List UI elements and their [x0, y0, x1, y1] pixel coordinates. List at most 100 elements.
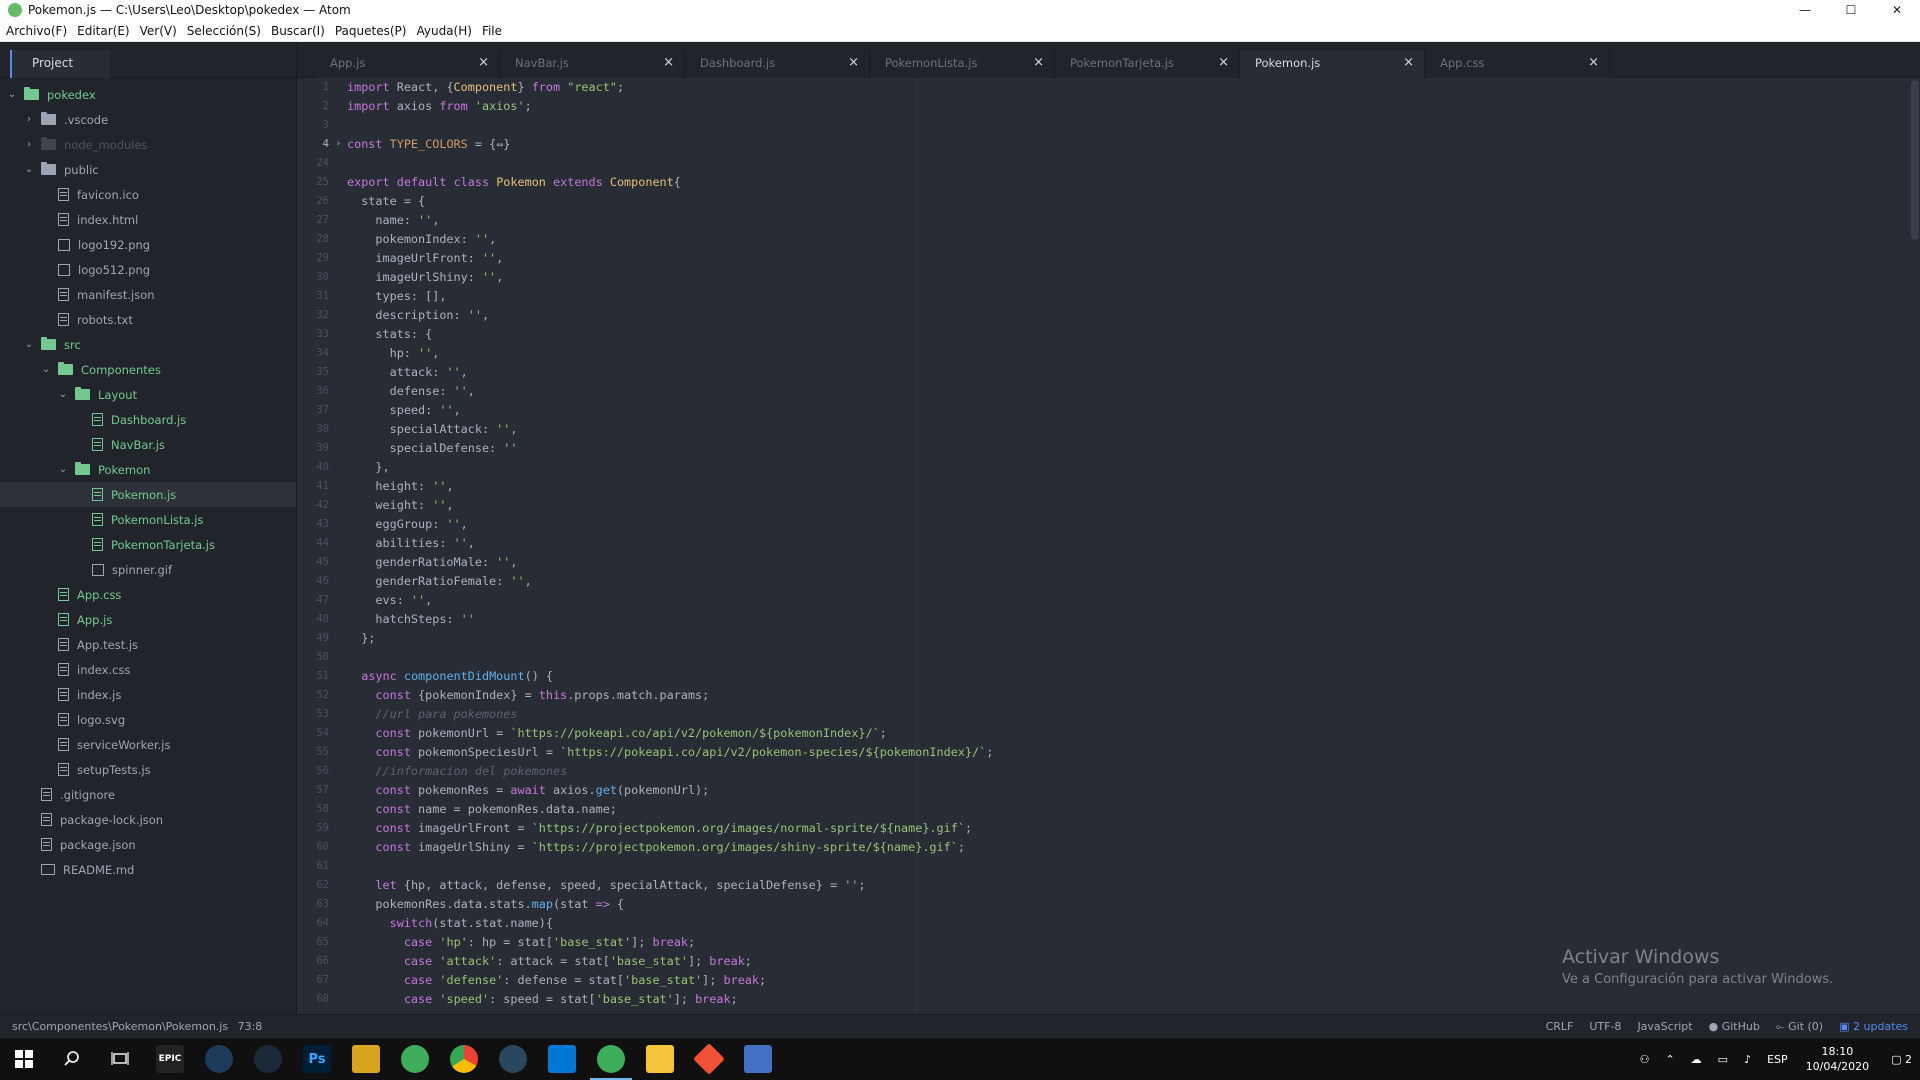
code-line[interactable]: //informacion del pokemones: [347, 762, 1900, 781]
tree-item[interactable]: package-lock.json: [0, 807, 296, 832]
tree-item[interactable]: Pokemon.js: [0, 482, 296, 507]
code-line[interactable]: };: [347, 629, 1900, 648]
close-tab-icon[interactable]: ×: [478, 55, 489, 70]
code-line[interactable]: const pokemonUrl = `https://pokeapi.co/a…: [347, 724, 1900, 743]
code-line[interactable]: import React, {Component} from "react";: [347, 78, 1900, 97]
chevron-down-icon[interactable]: ⌄: [57, 389, 69, 400]
tree-item[interactable]: logo192.png: [0, 232, 296, 257]
code-line[interactable]: const TYPE_COLORS = {⇔}: [347, 135, 1900, 154]
notification-center-icon[interactable]: ▢ 2: [1891, 1053, 1912, 1066]
maximize-button[interactable]: ☐: [1828, 0, 1874, 20]
tab-dashboard-js[interactable]: Dashboard.js ×: [685, 50, 870, 78]
tree-item[interactable]: spinner.gif: [0, 557, 296, 582]
code-line[interactable]: stats: {: [347, 325, 1900, 344]
close-tab-icon[interactable]: ×: [1588, 55, 1599, 70]
code-line[interactable]: let {hp, attack, defense, speed, special…: [347, 876, 1900, 895]
code-line[interactable]: const {pokemonIndex} = this.props.match.…: [347, 686, 1900, 705]
file-manager-app-icon[interactable]: [352, 1045, 380, 1073]
code-line[interactable]: export default class Pokemon extends Com…: [347, 173, 1900, 192]
code-line[interactable]: imageUrlFront: '',: [347, 249, 1900, 268]
text-editor[interactable]: 1 2 3 4 › 24 25 26 27 28 29 30 31 32 33 34 35 36 37 38 39 40 4…: [298, 78, 1920, 1014]
code-line[interactable]: defense: '',: [347, 382, 1900, 401]
tree-item[interactable]: favicon.ico: [0, 182, 296, 207]
code-line[interactable]: pokemonIndex: '',: [347, 230, 1900, 249]
chevron-right-icon[interactable]: ›: [23, 139, 35, 150]
code-line[interactable]: [347, 154, 1900, 173]
code-line[interactable]: height: '',: [347, 477, 1900, 496]
code-line[interactable]: state = {: [347, 192, 1900, 211]
tree-item[interactable]: logo512.png: [0, 257, 296, 282]
tree-item[interactable]: NavBar.js: [0, 432, 296, 457]
status-line-ending[interactable]: CRLF: [1546, 1020, 1574, 1034]
chevron-up-icon[interactable]: ⌃: [1665, 1053, 1674, 1066]
minimize-button[interactable]: —: [1782, 0, 1828, 20]
code-line[interactable]: const imageUrlFront = `https://projectpo…: [347, 819, 1900, 838]
tree-item[interactable]: package.json: [0, 832, 296, 857]
menu-ver[interactable]: Ver(V): [138, 24, 185, 38]
tab-app-js[interactable]: App.js ×: [315, 50, 500, 78]
code-line[interactable]: //url para pokemones: [347, 705, 1900, 724]
code-line[interactable]: specialDefense: '': [347, 439, 1900, 458]
menu-archivo[interactable]: Archivo(F): [4, 24, 75, 38]
atom-taskbar-icon[interactable]: [401, 1045, 429, 1073]
code-line[interactable]: const pokemonRes = await axios.get(pokem…: [347, 781, 1900, 800]
tree-item[interactable]: PokemonLista.js: [0, 507, 296, 532]
chevron-down-icon[interactable]: ⌄: [57, 464, 69, 475]
ubisoft-connect-icon[interactable]: [205, 1045, 233, 1073]
volume-icon[interactable]: ♪: [1744, 1053, 1751, 1066]
code-line[interactable]: speed: '',: [347, 401, 1900, 420]
code-line[interactable]: const imageUrlShiny = `https://projectpo…: [347, 838, 1900, 857]
epic-games-icon[interactable]: EPIC: [156, 1045, 184, 1073]
network-icon[interactable]: ▭: [1718, 1053, 1728, 1066]
tree-item[interactable]: App.test.js: [0, 632, 296, 657]
task-view-icon[interactable]: [106, 1045, 134, 1073]
tree-item[interactable]: › .vscode: [0, 107, 296, 132]
code-line[interactable]: async componentDidMount() {: [347, 667, 1900, 686]
code-line[interactable]: hp: '',: [347, 344, 1900, 363]
close-tab-icon[interactable]: ×: [663, 55, 674, 70]
menu-editar[interactable]: Editar(E): [75, 24, 137, 38]
search-icon[interactable]: [58, 1045, 86, 1073]
status-updates[interactable]: ▣ 2 updates: [1839, 1020, 1908, 1034]
tab-pokemonlista-js[interactable]: PokemonLista.js ×: [870, 50, 1055, 78]
status-file-path[interactable]: src\Componentes\Pokemon\Pokemon.js: [12, 1020, 228, 1033]
tree-item[interactable]: ⌄ src: [0, 332, 296, 357]
code-line[interactable]: genderRatioFemale: '',: [347, 572, 1900, 591]
onedrive-icon[interactable]: ☁: [1691, 1053, 1702, 1066]
status-cursor-position[interactable]: 73:8: [238, 1020, 263, 1033]
tree-item[interactable]: ⌄ public: [0, 157, 296, 182]
tree-item[interactable]: index.css: [0, 657, 296, 682]
git-client-icon[interactable]: [693, 1043, 725, 1075]
atom-active-icon[interactable]: [597, 1045, 625, 1073]
steam-client-icon[interactable]: [499, 1045, 527, 1073]
file-explorer-icon[interactable]: [646, 1045, 674, 1073]
code-line[interactable]: [347, 116, 1900, 135]
app-icon[interactable]: [744, 1045, 772, 1073]
code-line[interactable]: const pokemonSpeciesUrl = `https://pokea…: [347, 743, 1900, 762]
tree-item[interactable]: ⌄ Componentes: [0, 357, 296, 382]
close-tab-icon[interactable]: ×: [1033, 55, 1044, 70]
code-line[interactable]: import axios from 'axios';: [347, 97, 1900, 116]
chevron-down-icon[interactable]: ⌄: [6, 89, 18, 100]
tree-item[interactable]: ⌄ Layout: [0, 382, 296, 407]
photoshop-icon[interactable]: Ps: [303, 1045, 331, 1073]
tree-item[interactable]: App.js: [0, 607, 296, 632]
code-line[interactable]: name: '',: [347, 211, 1900, 230]
code-line[interactable]: abilities: '',: [347, 534, 1900, 553]
editor-scrollbar[interactable]: [1910, 78, 1920, 1014]
chevron-down-icon[interactable]: ⌄: [23, 164, 35, 175]
code-line[interactable]: pokemonRes.data.stats.map(stat => {: [347, 895, 1900, 914]
code-line[interactable]: weight: '',: [347, 496, 1900, 515]
code-line[interactable]: [347, 648, 1900, 667]
code-line[interactable]: const name = pokemonRes.data.name;: [347, 800, 1900, 819]
status-grammar[interactable]: JavaScript: [1637, 1020, 1692, 1034]
language-indicator[interactable]: ESP: [1767, 1053, 1788, 1066]
tree-item[interactable]: README.md: [0, 857, 296, 882]
tree-item[interactable]: manifest.json: [0, 282, 296, 307]
tree-item[interactable]: › node_modules: [0, 132, 296, 157]
close-button[interactable]: ✕: [1874, 0, 1920, 20]
clock[interactable]: 18:10 10/04/2020: [1806, 1044, 1869, 1074]
tree-item[interactable]: ⌄ Pokemon: [0, 457, 296, 482]
code-line[interactable]: hatchSteps: '': [347, 610, 1900, 629]
menu-seleccion[interactable]: Selección(S): [185, 24, 269, 38]
